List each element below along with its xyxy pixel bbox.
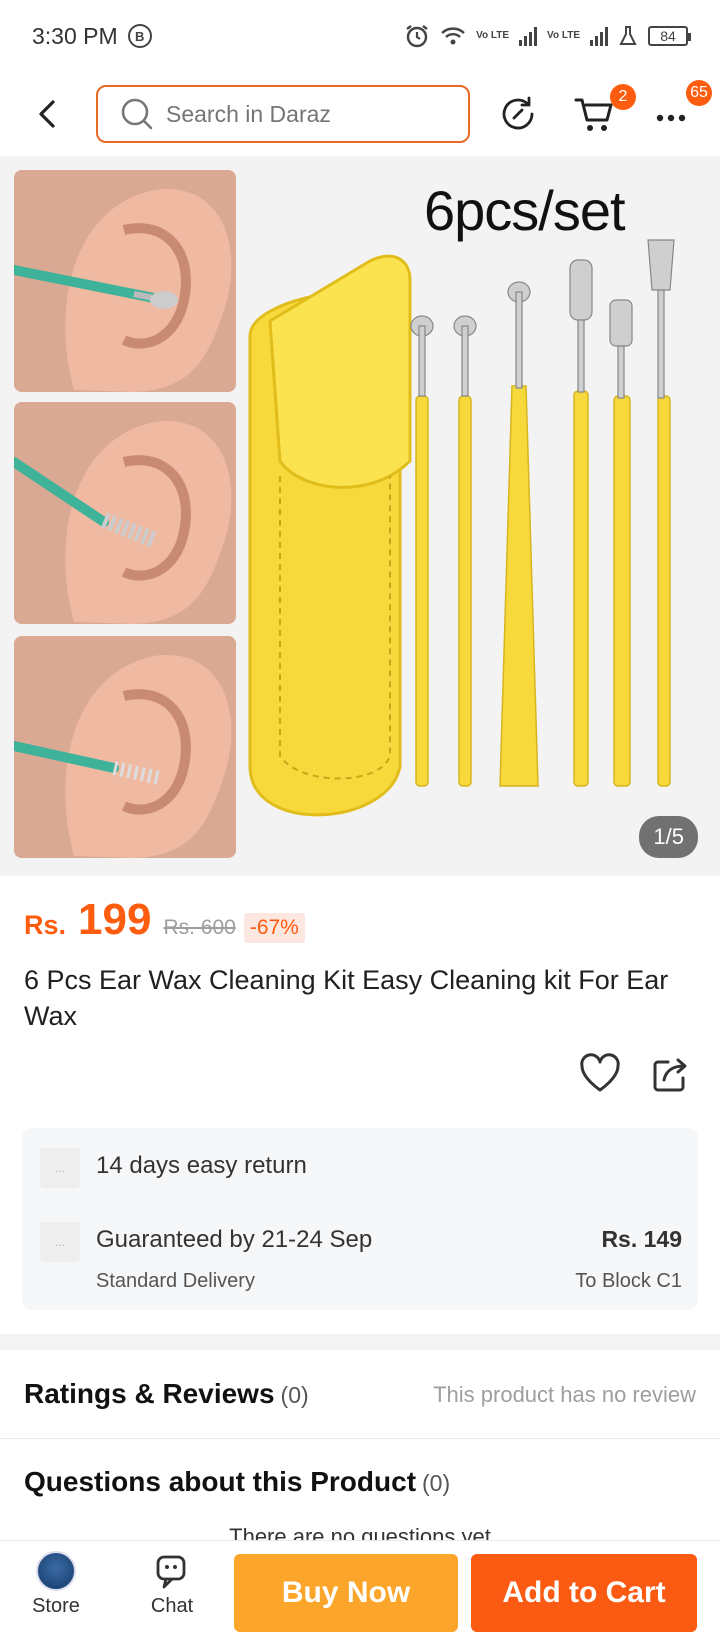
ratings-count: (0) <box>280 1382 309 1408</box>
questions-title-text: Questions about this Product <box>24 1466 417 1497</box>
volte-icon: Vo LTE <box>476 30 510 41</box>
battery-icon: 84 <box>648 26 691 46</box>
discount-badge: -67% <box>243 913 305 943</box>
history-icon[interactable] <box>496 92 540 136</box>
b-notification-icon: B <box>127 24 152 48</box>
delivery-card[interactable]: ... 14 days easy return ... Guaranteed b… <box>22 1128 698 1310</box>
wifi-icon <box>441 27 465 45</box>
share-icon[interactable] <box>650 1054 690 1094</box>
cart-button[interactable]: 2 <box>572 84 636 136</box>
return-icon: ... <box>40 1148 80 1188</box>
return-policy: 14 days easy return <box>96 1152 307 1179</box>
delivery-truck-icon: ... <box>40 1222 80 1262</box>
bottom-action-bar: Store Chat Buy Now Add to Cart <box>0 1540 720 1640</box>
flask-icon <box>619 26 637 45</box>
chat-icon <box>156 1555 186 1589</box>
questions-section[interactable]: Questions about this Product (0) There ar… <box>0 1440 720 1549</box>
status-time: 3:30 PM <box>32 22 118 49</box>
product-title: 6 Pcs Ear Wax Cleaning Kit Easy Cleaning… <box>24 965 669 1031</box>
top-navigation: 2 65 <box>0 80 720 150</box>
add-to-cart-button[interactable]: Add to Cart <box>471 1554 697 1632</box>
search-bar[interactable] <box>96 85 470 143</box>
volte-icon: Vo LTE <box>547 30 580 41</box>
heart-icon[interactable] <box>578 1052 622 1094</box>
cart-badge: 2 <box>610 84 636 110</box>
more-badge: 65 <box>686 80 712 106</box>
section-divider <box>0 1334 720 1350</box>
delivery-destination: To Block C1 <box>575 1270 682 1292</box>
chat-button[interactable]: Chat <box>132 1551 212 1618</box>
price-currency: Rs. <box>24 910 67 940</box>
delivery-fee: Rs. 149 <box>601 1226 682 1252</box>
ratings-section[interactable]: Ratings & Reviews (0) This product has no… <box>0 1350 720 1438</box>
status-bar: 3:30 PM B Vo LTE Vo LTE 84 <box>0 0 720 72</box>
ear-photo-1 <box>14 170 236 392</box>
back-arrow-icon[interactable] <box>30 96 66 132</box>
signal-icon <box>590 26 608 46</box>
product-image-gallery[interactable]: 6pcs/set 1/5 <box>0 156 720 876</box>
search-input[interactable] <box>166 100 446 128</box>
delivery-method: Standard Delivery <box>96 1270 255 1292</box>
ear-kit-illustration <box>248 239 675 817</box>
store-logo-icon <box>36 1551 76 1591</box>
alarm-icon <box>406 25 428 48</box>
price-row: Rs. 199 Rs. 600 -67% <box>24 895 305 945</box>
store-button[interactable]: Store <box>16 1551 96 1618</box>
delivery-guarantee: Guaranteed by 21-24 Sep <box>96 1226 373 1253</box>
status-icons: Vo LTE Vo LTE 84 <box>404 23 691 49</box>
image-counter: 1/5 <box>639 816 698 858</box>
price-current: 199 <box>78 895 152 944</box>
signal-icon <box>519 26 538 46</box>
price-original: Rs. 600 <box>163 916 236 939</box>
search-icon <box>121 98 153 130</box>
buy-now-button[interactable]: Buy Now <box>234 1554 458 1632</box>
divider <box>0 1438 720 1439</box>
more-button[interactable]: 65 <box>654 80 714 136</box>
questions-count: (0) <box>422 1470 451 1496</box>
ratings-empty-note: This product has no review <box>433 1382 696 1407</box>
ratings-title-text: Ratings & Reviews <box>24 1378 275 1409</box>
ear-photo-3 <box>14 636 236 858</box>
chat-label: Chat <box>150 1595 194 1617</box>
store-label: Store <box>32 1595 80 1617</box>
ratings-title: Ratings & Reviews (0) <box>24 1378 309 1410</box>
questions-title: Questions about this Product (0) <box>24 1466 450 1498</box>
ear-photo-2 <box>14 402 236 624</box>
